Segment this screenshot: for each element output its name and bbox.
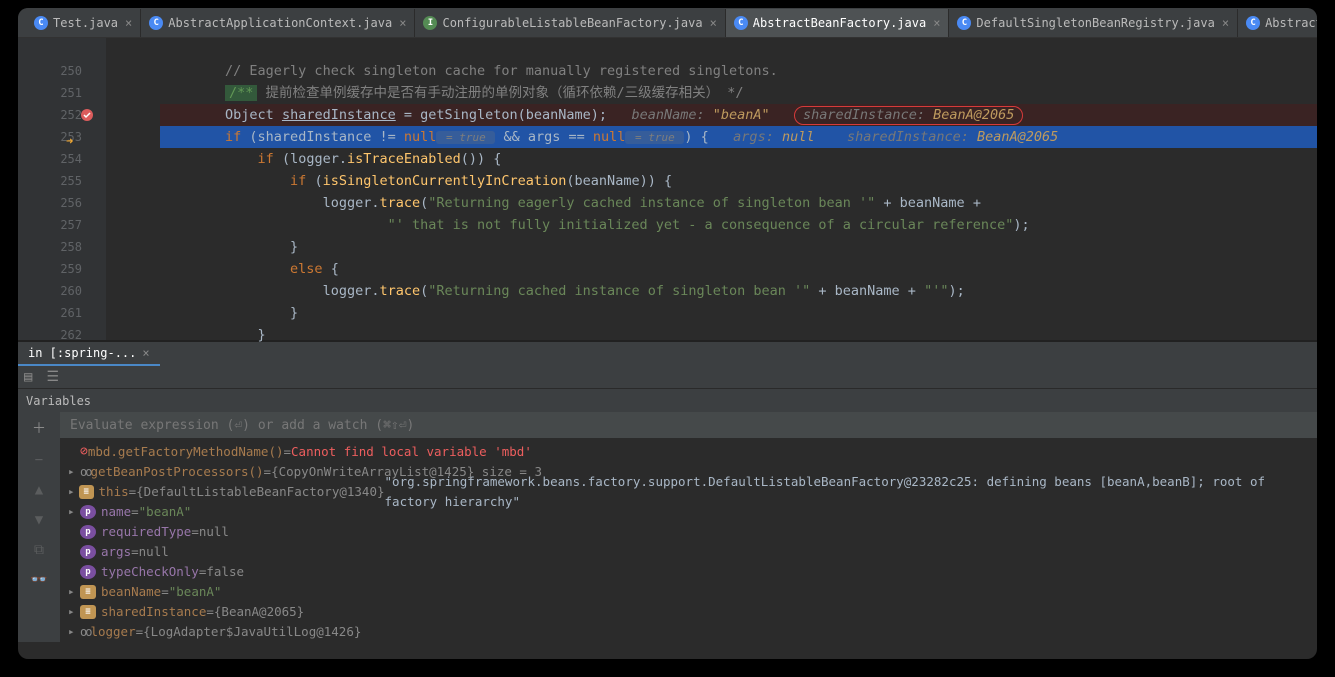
code-line: logger.trace("Returning cached instance …: [160, 280, 1317, 302]
debug-side-toolbar: ＋ − ▲ ▼ ⧉ 👓: [18, 412, 60, 642]
expand-icon[interactable]: ▸: [68, 622, 80, 642]
breakpoint-icon[interactable]: [80, 107, 94, 121]
tab-abstract-bean-factory[interactable]: C AbstractBeanFactory.java ×: [726, 9, 950, 37]
variable-row[interactable]: ▸≡beanName = "beanA": [60, 582, 1317, 602]
param-icon: p: [80, 525, 96, 539]
line-number: 258: [18, 236, 82, 258]
variable-row[interactable]: ▸oo logger = {LogAdapter$JavaUtilLog@142…: [60, 622, 1317, 642]
class-icon: C: [957, 16, 971, 30]
code-line: }: [160, 236, 1317, 258]
param-icon: p: [80, 565, 96, 579]
line-number: 254: [18, 148, 82, 170]
line-number: 250: [18, 60, 82, 82]
add-watch-icon[interactable]: ＋: [32, 418, 46, 438]
variable-row[interactable]: prequiredType = null: [60, 522, 1317, 542]
line-number: 256: [18, 192, 82, 214]
close-icon[interactable]: ×: [710, 16, 717, 30]
code-line: [160, 38, 1317, 60]
threads-icon[interactable]: ☰: [46, 369, 59, 385]
variable-row[interactable]: ⊘ mbd.getFactoryMethodName() = Cannot fi…: [60, 442, 1317, 462]
code-line: Object sharedInstance = getSingleton(bea…: [160, 104, 1317, 126]
class-icon: C: [34, 16, 48, 30]
variables-tree[interactable]: ⊘ mbd.getFactoryMethodName() = Cannot fi…: [60, 438, 1317, 646]
ide-window: C Test.java × C AbstractApplicationContext.…: [18, 8, 1317, 659]
field-icon: ≡: [79, 485, 94, 499]
line-number: 252: [18, 104, 82, 126]
error-icon: ⊘: [80, 442, 88, 462]
class-icon: C: [149, 16, 163, 30]
variable-row[interactable]: ▸≡sharedInstance = {BeanA@2065}: [60, 602, 1317, 622]
tab-label: AbstractBeanFactory.java: [753, 16, 926, 30]
variable-row[interactable]: pargs = null: [60, 542, 1317, 562]
close-icon[interactable]: ×: [399, 16, 406, 30]
copy-icon[interactable]: ⧉: [34, 542, 44, 558]
tab-label: DefaultSingletonBeanRegistry.java: [976, 16, 1214, 30]
link-icon: oo: [80, 462, 90, 482]
link-icon: oo: [80, 622, 90, 642]
tab-abstract-app-ctx[interactable]: C AbstractApplicationContext.java ×: [141, 9, 415, 37]
gutter[interactable]: 250 251 252 253 ➜ 254 255 256 257 258 25…: [18, 38, 106, 340]
evaluate-expression-input[interactable]: Evaluate expression (⏎) or add a watch (…: [60, 412, 1317, 438]
expand-icon[interactable]: ▸: [68, 602, 80, 622]
close-icon[interactable]: ×: [933, 16, 940, 30]
variables-header: Variables: [18, 388, 1317, 412]
line-number: 255: [18, 170, 82, 192]
debug-body: ＋ − ▲ ▼ ⧉ 👓 Evaluate expression (⏎) or a…: [18, 412, 1317, 642]
param-icon: p: [80, 505, 96, 519]
tab-label: ConfigurableListableBeanFactory.java: [442, 16, 702, 30]
glasses-icon[interactable]: 👓: [30, 572, 47, 588]
expand-icon[interactable]: ▸: [68, 502, 80, 522]
line-number: 262: [18, 324, 82, 346]
line-number: 253 ➜: [18, 126, 82, 148]
variables-panel: Evaluate expression (⏎) or add a watch (…: [60, 412, 1317, 642]
close-icon[interactable]: ×: [1222, 16, 1229, 30]
tab-label: AbstractAutowireCapableBeanFactory.java: [1265, 16, 1317, 30]
line-number: 251: [18, 82, 82, 104]
line-number: 261: [18, 302, 82, 324]
tab-label: Test.java: [53, 16, 118, 30]
debug-toolbar: ▤ ☰: [18, 366, 1317, 388]
tab-autowire-capable-factory[interactable]: C AbstractAutowireCapableBeanFactory.java…: [1238, 9, 1317, 37]
field-icon: ≡: [80, 585, 96, 599]
code-line: "' that is not fully initialized yet - a…: [160, 214, 1317, 236]
tab-test[interactable]: C Test.java ×: [26, 9, 141, 37]
variable-row[interactable]: ▸≡this = {DefaultListableBeanFactory@134…: [60, 482, 1317, 502]
up-icon[interactable]: ▲: [35, 482, 43, 498]
line-number: [18, 38, 82, 60]
tab-label: AbstractApplicationContext.java: [168, 16, 392, 30]
code-line: if (isSingletonCurrentlyInCreation(beanN…: [160, 170, 1317, 192]
layout-icon[interactable]: ▤: [24, 369, 32, 385]
field-icon: ≡: [80, 605, 96, 619]
remove-watch-icon[interactable]: −: [35, 452, 43, 468]
code-line: else {: [160, 258, 1317, 280]
editor-tabs: C Test.java × C AbstractApplicationContext.…: [18, 8, 1317, 38]
variable-row[interactable]: ptypeCheckOnly = false: [60, 562, 1317, 582]
param-icon: p: [80, 545, 96, 559]
code-line: if (logger.isTraceEnabled()) {: [160, 148, 1317, 170]
code-line: // Eagerly check singleton cache for man…: [160, 60, 1317, 82]
code-area[interactable]: // Eagerly check singleton cache for man…: [106, 38, 1317, 340]
code-line-current: if (sharedInstance != null = true && arg…: [160, 126, 1317, 148]
close-icon[interactable]: ×: [125, 16, 132, 30]
tab-default-singleton-registry[interactable]: C DefaultSingletonBeanRegistry.java ×: [949, 9, 1238, 37]
class-icon: C: [734, 16, 748, 30]
down-icon[interactable]: ▼: [35, 512, 43, 528]
code-line: /** 提前检查单例缓存中是否有手动注册的单例对象（循环依赖/三级缓存相关） *…: [160, 82, 1317, 104]
expand-icon[interactable]: ▸: [68, 582, 80, 602]
line-number: 259: [18, 258, 82, 280]
interface-icon: I: [423, 16, 437, 30]
close-icon[interactable]: ×: [142, 346, 149, 360]
tab-configurable-factory[interactable]: I ConfigurableListableBeanFactory.java ×: [415, 9, 725, 37]
code-line: logger.trace("Returning eagerly cached i…: [160, 192, 1317, 214]
line-number: 257: [18, 214, 82, 236]
code-editor[interactable]: 250 251 252 253 ➜ 254 255 256 257 258 25…: [18, 38, 1317, 340]
expand-icon[interactable]: ▸: [68, 482, 79, 502]
code-line: }: [160, 324, 1317, 346]
expand-icon[interactable]: ▸: [68, 462, 80, 482]
code-line: }: [160, 302, 1317, 324]
line-number: 260: [18, 280, 82, 302]
class-icon: C: [1246, 16, 1260, 30]
